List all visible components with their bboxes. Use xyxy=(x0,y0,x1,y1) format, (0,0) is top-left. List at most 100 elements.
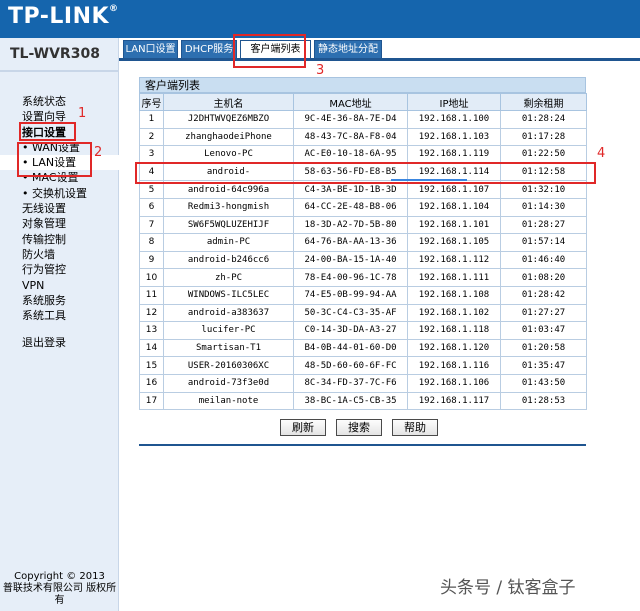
cell-lease: 01:03:47 xyxy=(500,321,587,340)
model-name: TL-WVR308 xyxy=(10,46,100,62)
sidebar-item-status[interactable]: 系统状态 xyxy=(22,94,119,109)
cell-index: 7 xyxy=(139,215,164,235)
cell-lease: 01:43:50 xyxy=(500,373,587,393)
sidebar-item-vpn[interactable]: VPN xyxy=(22,278,119,293)
cell-index: 3 xyxy=(139,145,164,164)
annotation-box-3 xyxy=(233,34,306,68)
cell-lease: 01:20:58 xyxy=(500,338,587,358)
cell-hostname: SW6F5WQLUZEHIJF xyxy=(163,215,294,235)
table-row: 11 WINDOWS-ILC5LEC 74-E5-0B-99-94-AA 192.16… xyxy=(139,285,587,305)
cell-hostname: admin-PC xyxy=(163,233,294,252)
cell-ip: 192.168.1.106 xyxy=(407,373,501,393)
table-row: 7 SW6F5WQLUZEHIJF 18-3D-A2-7D-5B-80 192.168… xyxy=(139,215,587,235)
sidebar-item-services[interactable]: 系统服务 xyxy=(22,293,119,308)
help-button[interactable]: 帮助 xyxy=(392,419,438,436)
tab-lan-port[interactable]: LAN口设置 xyxy=(123,40,178,59)
cell-index: 13 xyxy=(139,321,164,340)
cell-index: 8 xyxy=(139,233,164,252)
cell-mac: 18-3D-A2-7D-5B-80 xyxy=(293,215,408,235)
table-row: 6 Redmi3-hongmish 64-CC-2E-48-B8-06 192.168… xyxy=(139,197,587,217)
cell-index: 16 xyxy=(139,373,164,393)
cell-ip: 192.168.1.112 xyxy=(407,250,501,270)
cell-lease: 01:35:47 xyxy=(500,356,587,375)
annotation-number-4: 4 xyxy=(597,146,606,161)
annotation-number-2: 2 xyxy=(94,145,103,160)
cell-mac: 48-43-7C-8A-F8-04 xyxy=(293,127,408,147)
panel-title: 客户端列表 xyxy=(139,77,586,93)
cell-index: 6 xyxy=(139,197,164,217)
cell-lease: 01:46:40 xyxy=(500,250,587,270)
tab-dhcp[interactable]: DHCP服务 xyxy=(181,40,237,59)
cell-mac: 50-3C-C4-C3-35-AF xyxy=(293,303,408,323)
cell-lease: 01:27:27 xyxy=(500,303,587,323)
cell-hostname: J2DHTWVQEZ6MBZO xyxy=(163,110,294,129)
cell-lease: 01:28:53 xyxy=(500,391,587,411)
sidebar-item-objects[interactable]: 对象管理 xyxy=(22,216,119,231)
sidebar-item-firewall[interactable]: 防火墙 xyxy=(22,247,119,262)
cell-hostname: Redmi3-hongmish xyxy=(163,197,294,217)
cell-ip: 192.168.1.102 xyxy=(407,303,501,323)
cell-lease: 01:28:24 xyxy=(500,110,587,129)
cell-ip: 192.168.1.119 xyxy=(407,145,501,164)
sidebar-item-transfer[interactable]: 传输控制 xyxy=(22,232,119,247)
divider xyxy=(0,70,119,72)
sidebar-item-tools[interactable]: 系统工具 xyxy=(22,308,119,323)
cell-mac: 64-76-BA-AA-13-36 xyxy=(293,233,408,252)
cell-mac: B4-0B-44-01-60-D0 xyxy=(293,338,408,358)
cell-hostname: lucifer-PC xyxy=(163,321,294,340)
cell-ip: 192.168.1.116 xyxy=(407,356,501,375)
table-row: 2 zhanghaodeiPhone 48-43-7C-8A-F8-04 192.16… xyxy=(139,127,587,147)
cell-hostname: Lenovo-PC xyxy=(163,145,294,164)
annotation-number-3: 3 xyxy=(316,63,325,78)
cell-lease: 01:17:28 xyxy=(500,127,587,147)
table-row: 14 Smartisan-T1 B4-0B-44-01-60-D0 192.168.1… xyxy=(139,338,587,358)
refresh-button[interactable]: 刷新 xyxy=(280,419,326,436)
client-table: 序号 主机名 MAC地址 IP地址 剩余租期 1 J2DHTWVQEZ6MBZO 9… xyxy=(139,93,587,411)
cell-index: 14 xyxy=(139,338,164,358)
cell-index: 1 xyxy=(139,110,164,129)
annotation-box-4 xyxy=(135,162,596,184)
annotation-box-1 xyxy=(19,122,76,141)
col-header-index: 序号 xyxy=(139,93,164,111)
table-row: 17 meilan-note 38-BC-1A-C5-CB-35 192.168.1.… xyxy=(139,391,587,411)
tp-link-logo: TP-LINK® xyxy=(8,4,119,29)
cell-ip: 192.168.1.120 xyxy=(407,338,501,358)
cell-mac: 74-E5-0B-99-94-AA xyxy=(293,285,408,305)
cell-index: 10 xyxy=(139,268,164,287)
table-row: 9 android-b246cc6 24-00-BA-15-1A-40 192.168… xyxy=(139,250,587,270)
table-row: 15 USER-20160306XC 48-5D-60-60-6F-FC 192.16… xyxy=(139,356,587,375)
cell-mac: 9C-4E-36-8A-7E-D4 xyxy=(293,110,408,129)
cell-hostname: USER-20160306XC xyxy=(163,356,294,375)
cell-mac: 48-5D-60-60-6F-FC xyxy=(293,356,408,375)
cell-mac: 38-BC-1A-C5-CB-35 xyxy=(293,391,408,411)
copyright: Copyright © 2013 普联技术有限公司 版权所 有 xyxy=(2,571,117,606)
table-row: 3 Lenovo-PC AC-E0-10-18-6A-95 192.168.1.119… xyxy=(139,145,587,164)
sidebar-item-wireless[interactable]: 无线设置 xyxy=(22,201,119,216)
cell-index: 12 xyxy=(139,303,164,323)
sidebar-item-switch[interactable]: • 交换机设置 xyxy=(22,186,119,201)
search-button[interactable]: 搜索 xyxy=(336,419,382,436)
sidebar-item-behavior[interactable]: 行为管控 xyxy=(22,262,119,277)
cell-index: 11 xyxy=(139,285,164,305)
cell-index: 15 xyxy=(139,356,164,375)
cell-hostname: android-73f3e0d xyxy=(163,373,294,393)
cell-lease: 01:57:14 xyxy=(500,233,587,252)
cell-lease: 01:08:20 xyxy=(500,268,587,287)
cell-ip: 192.168.1.111 xyxy=(407,268,501,287)
table-row: 12 android-a383637 50-3C-C4-C3-35-AF 192.16… xyxy=(139,303,587,323)
table-row: 10 zh-PC 78-E4-00-96-1C-78 192.168.1.111 01:… xyxy=(139,268,587,287)
client-list-panel: 客户端列表 序号 主机名 MAC地址 IP地址 剩余租期 1 J2DHTWVQEZ… xyxy=(139,77,587,411)
tab-static-address[interactable]: 静态地址分配 xyxy=(314,40,382,59)
table-row: 8 admin-PC 64-76-BA-AA-13-36 192.168.1.105 0… xyxy=(139,233,587,252)
sidebar-item-logout[interactable]: 退出登录 xyxy=(22,335,119,350)
cell-ip: 192.168.1.117 xyxy=(407,391,501,411)
cell-ip: 192.168.1.105 xyxy=(407,233,501,252)
cell-mac: AC-E0-10-18-6A-95 xyxy=(293,145,408,164)
cell-mac: C0-14-3D-DA-A3-27 xyxy=(293,321,408,340)
annotation-box-2 xyxy=(17,142,92,177)
col-header-ip: IP地址 xyxy=(407,93,501,111)
table-row: 1 J2DHTWVQEZ6MBZO 9C-4E-36-8A-7E-D4 192.168… xyxy=(139,110,587,129)
cell-ip: 192.168.1.100 xyxy=(407,110,501,129)
table-row: 16 android-73f3e0d 8C-34-FD-37-7C-F6 192.16… xyxy=(139,373,587,393)
cell-index: 2 xyxy=(139,127,164,147)
